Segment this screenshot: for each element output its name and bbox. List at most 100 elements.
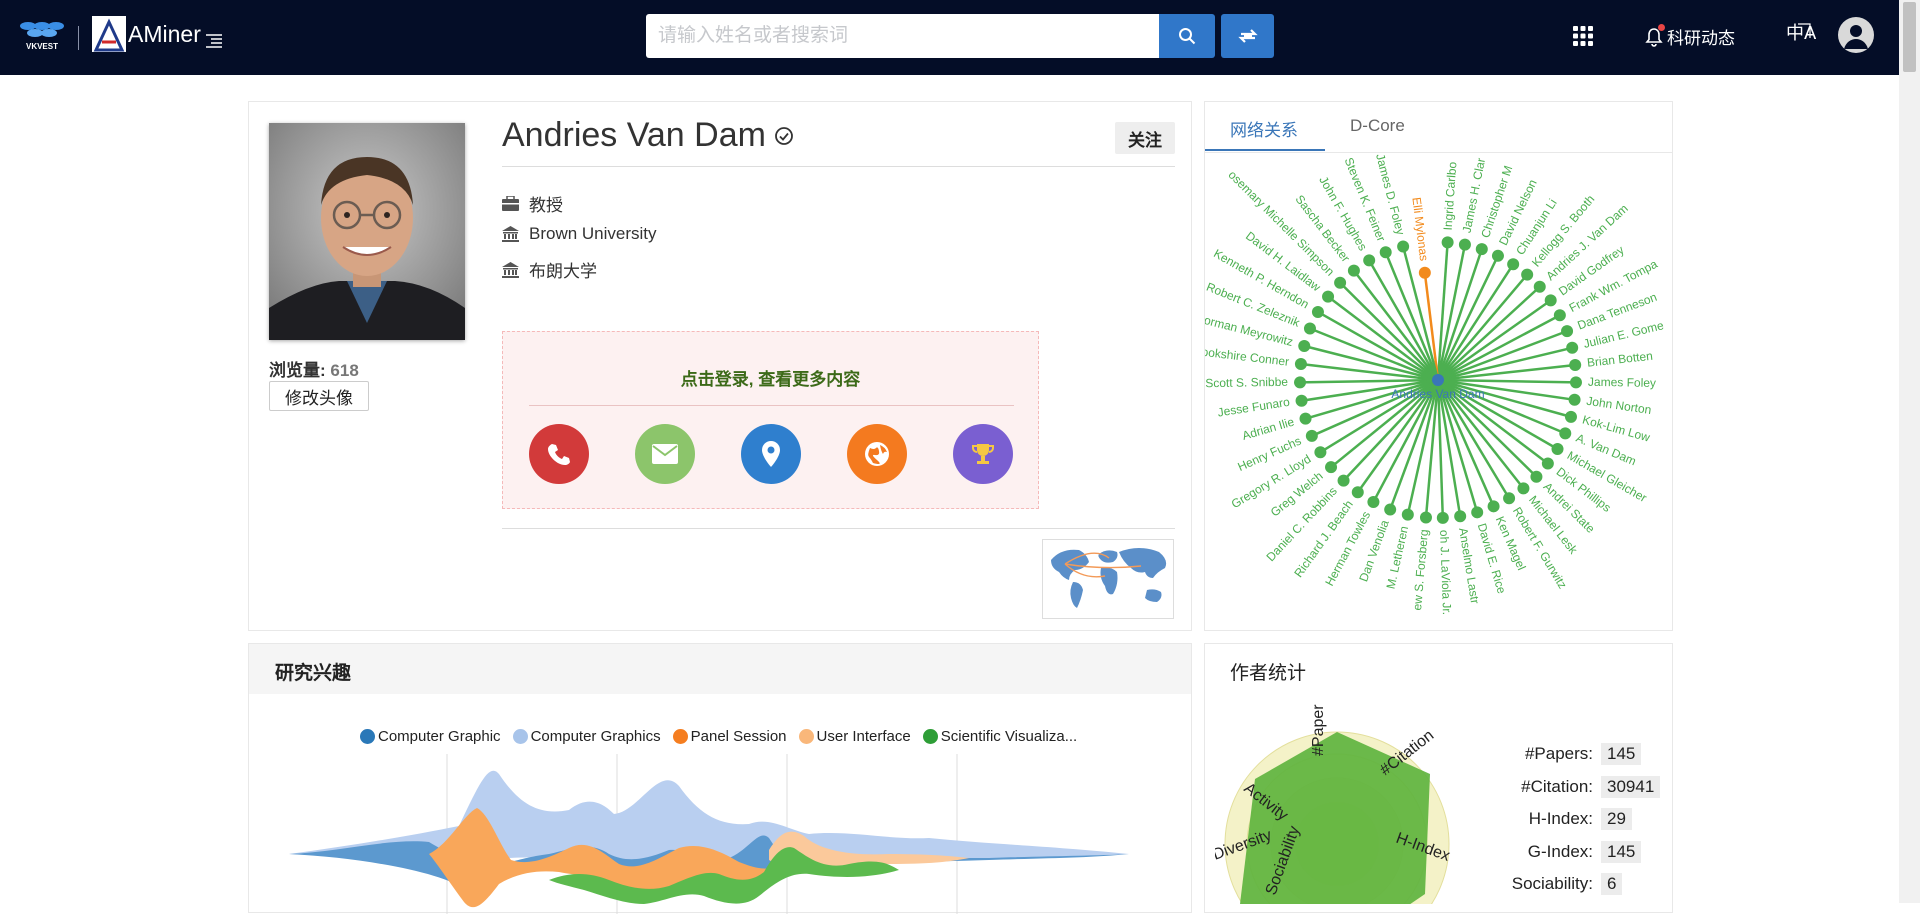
coauthor-node[interactable] <box>1311 305 1324 318</box>
coauthor-node[interactable] <box>1553 309 1566 322</box>
coauthor-label[interactable]: Scott S. Snibbe <box>1205 375 1288 390</box>
coauthor-node[interactable] <box>1475 243 1488 256</box>
follow-button[interactable]: 关注 <box>1115 122 1175 154</box>
coauthor-node[interactable] <box>1544 294 1557 307</box>
search-input[interactable] <box>646 14 1159 58</box>
coauthor-node[interactable] <box>1559 427 1572 440</box>
coauthor-node[interactable] <box>1521 268 1534 281</box>
coauthor-node[interactable] <box>1507 258 1520 271</box>
coauthor-label[interactable]: ew S. Forsberg <box>1410 529 1431 611</box>
coauthor-node[interactable] <box>1367 495 1380 508</box>
coauthor-node[interactable] <box>1418 266 1431 279</box>
coauthor-node[interactable] <box>1487 500 1500 513</box>
coauthor-node[interactable] <box>1458 238 1471 251</box>
coauthor-node[interactable] <box>1294 358 1307 371</box>
apps-grid-icon[interactable] <box>1573 26 1593 51</box>
coauthor-node[interactable] <box>1322 290 1335 303</box>
scrollbar-thumb[interactable] <box>1903 2 1916 72</box>
coauthor-node[interactable] <box>1379 246 1392 259</box>
coauthor-label[interactable]: rookshire Conner <box>1205 344 1290 369</box>
coauthor-node[interactable] <box>1568 393 1581 406</box>
coauthor-node[interactable] <box>1298 339 1311 352</box>
coauthor-label[interactable]: Jesse Funaro <box>1217 395 1291 420</box>
tab-dcore[interactable]: D-Core <box>1350 116 1405 136</box>
coauthor-node[interactable] <box>1314 446 1327 459</box>
coauthor-node[interactable] <box>1401 508 1414 521</box>
research-news-link[interactable]: 科研动态 <box>1645 24 1735 49</box>
coauthor-node[interactable] <box>1325 461 1338 474</box>
menu-toggle-icon[interactable] <box>206 34 222 53</box>
tab-network[interactable]: 网络关系 <box>1230 116 1298 141</box>
coauthor-node[interactable] <box>1454 510 1467 523</box>
coauthor-node[interactable] <box>1351 486 1364 499</box>
coauthor-label[interactable]: Ingrid Carlbo <box>1441 161 1460 231</box>
coauthor-node[interactable] <box>1471 506 1484 519</box>
coauthor-network-graph[interactable]: Ingrid Carlbo James H. ClarChristopher MD… <box>1205 153 1672 631</box>
coauthor-label[interactable]: oh J. LaViola Jr. <box>1437 530 1454 616</box>
coauthor-node[interactable] <box>1541 457 1554 470</box>
coauthor-label[interactable]: Elli Mylonas <box>1409 196 1431 261</box>
legend-item[interactable]: Panel Session <box>672 728 787 745</box>
coauthor-label[interactable]: M. Letheren <box>1384 525 1412 591</box>
research-news-label: 科研动态 <box>1667 29 1735 48</box>
world-map-thumbnail[interactable] <box>1042 539 1174 619</box>
switch-search-button[interactable] <box>1221 14 1274 58</box>
award-button[interactable] <box>953 424 1013 484</box>
change-avatar-button[interactable]: 修改头像 <box>269 381 369 411</box>
coauthor-node[interactable] <box>1436 511 1449 524</box>
coauthor-node[interactable] <box>1569 358 1582 371</box>
coauthor-label[interactable]: James Foley <box>1588 375 1656 390</box>
coauthor-node[interactable] <box>1533 280 1546 293</box>
homepage-button[interactable] <box>847 424 907 484</box>
coauthor-node[interactable] <box>1347 264 1360 277</box>
coauthor-node[interactable] <box>1551 443 1564 455</box>
stats-title: 作者统计 <box>1230 663 1307 684</box>
coauthor-node[interactable] <box>1299 412 1312 425</box>
location-button[interactable] <box>741 424 801 484</box>
coauthor-node[interactable] <box>1337 474 1350 487</box>
vkvest-logo[interactable]: VKVEST <box>18 18 66 57</box>
coauthor-node[interactable] <box>1561 325 1574 338</box>
center-node-label: Andries Van Dam <box>1391 387 1484 401</box>
coauthor-node[interactable] <box>1419 511 1432 524</box>
coauthor-node[interactable] <box>1566 341 1579 354</box>
coauthor-node[interactable] <box>1334 276 1347 289</box>
coauthor-label[interactable]: Anselmo Lastr <box>1456 527 1482 605</box>
coauthor-node[interactable] <box>1303 322 1316 335</box>
interest-streamgraph[interactable] <box>249 754 1191 914</box>
legend-item[interactable]: Computer Graphics <box>512 728 661 745</box>
search-icon <box>1179 28 1196 45</box>
search-button[interactable] <box>1159 14 1215 58</box>
page-scrollbar[interactable] <box>1899 0 1920 903</box>
coauthor-node[interactable] <box>1503 492 1516 505</box>
phone-button[interactable] <box>529 424 589 484</box>
email-button[interactable] <box>635 424 695 484</box>
stat-value: 30941 <box>1601 776 1661 798</box>
aminer-logo[interactable]: AMiner <box>92 16 201 52</box>
coauthor-node[interactable] <box>1294 376 1307 389</box>
coauthor-node[interactable] <box>1305 429 1318 442</box>
coauthor-node[interactable] <box>1397 240 1410 253</box>
coauthor-label[interactable]: John Norton <box>1586 394 1653 417</box>
legend-item[interactable]: User Interface <box>798 728 911 745</box>
coauthor-node[interactable] <box>1517 482 1530 495</box>
legend-item[interactable]: Scientific Visualiza... <box>922 728 1077 745</box>
coauthor-label[interactable]: Brian Botten <box>1586 349 1653 370</box>
user-avatar-icon[interactable] <box>1838 17 1874 53</box>
coauthor-node[interactable] <box>1530 470 1543 483</box>
coauthor-node[interactable] <box>1564 410 1577 423</box>
center-node[interactable] <box>1432 374 1444 386</box>
coauthor-node[interactable] <box>1491 249 1504 262</box>
legend-item[interactable]: Computer Graphic <box>360 728 501 745</box>
legend-label: Panel Session <box>690 728 787 745</box>
stat-row: H-Index: 29 <box>1493 808 1632 830</box>
coauthor-node[interactable] <box>1569 376 1582 389</box>
login-prompt-link[interactable]: 点击登录, 查看更多内容 <box>503 365 1038 390</box>
view-count: 浏览量: 618 <box>269 356 359 381</box>
coauthor-node[interactable] <box>1363 254 1376 267</box>
coauthor-node[interactable] <box>1441 236 1454 249</box>
coauthor-node[interactable] <box>1295 394 1308 407</box>
language-switch-icon[interactable]: 中A <box>1786 22 1817 55</box>
stats-radar-chart[interactable]: #Papers #Citation H-Index Diversity Acti… <box>1215 704 1475 904</box>
coauthor-node[interactable] <box>1384 503 1397 516</box>
